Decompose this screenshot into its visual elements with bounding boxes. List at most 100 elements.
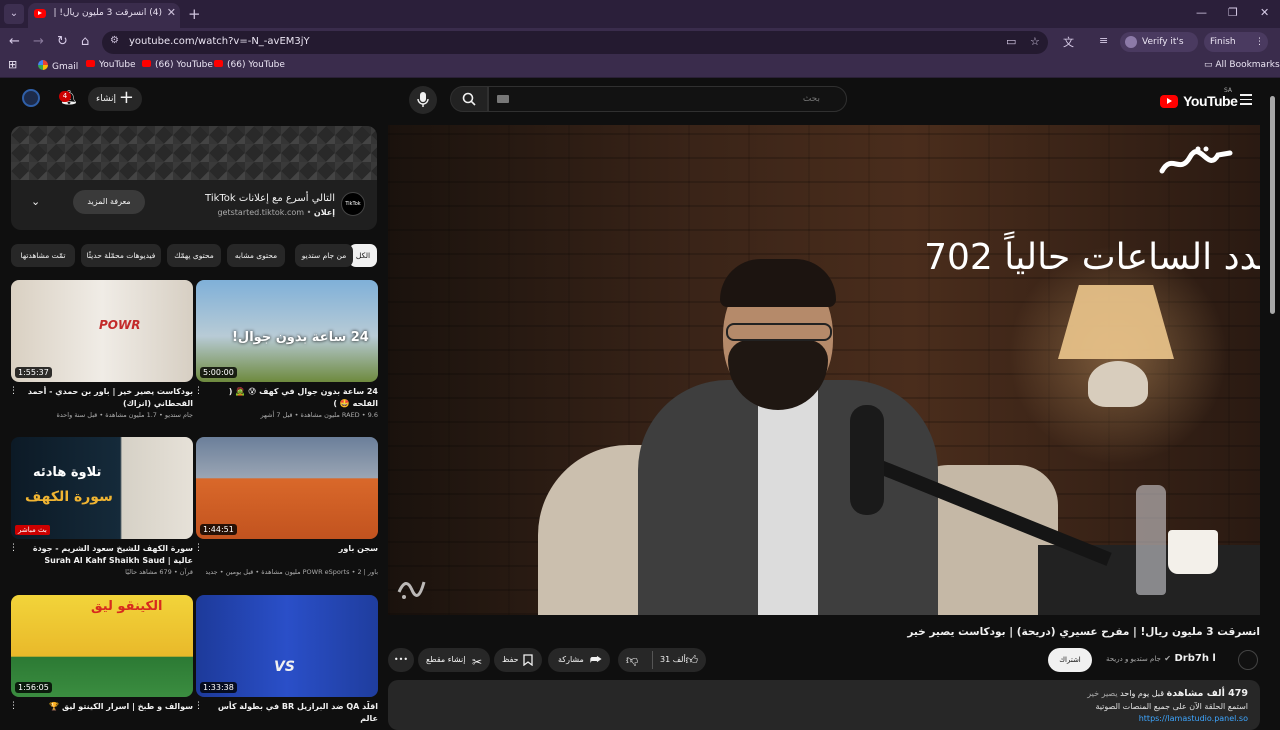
reading-list-icon[interactable]: ≡ — [1099, 34, 1108, 47]
clip-button[interactable]: إنشاء مقطع ✂ — [418, 648, 490, 672]
chevron-down-icon[interactable]: ⌄ — [31, 195, 40, 208]
site-info-icon[interactable]: ⚙ — [110, 35, 119, 46]
apps-grid-icon[interactable]: ⊞ — [8, 58, 17, 71]
video-title[interactable]: بودكاست يصير خير | باور بن حمدي - أحمد ا… — [21, 386, 193, 410]
description-box[interactable]: 479 ألف مشاهدة قبل يوم واحد يصير خير است… — [388, 680, 1260, 730]
video-title[interactable]: 24 ساعة بدون جوال في كهف 😰 🧟 ( الفلحه 🤩 … — [206, 386, 378, 410]
address-bar[interactable]: ⚙ youtube.com/watch?v=-N_-avEM3jY ▭ ☆ — [102, 31, 1048, 54]
youtube-header: 🔔︎ 4 إنشاء + YouTube SA — [0, 80, 1280, 120]
video-duration: 1:56:05 — [15, 682, 52, 693]
lamp-base — [1088, 361, 1148, 407]
more-options-icon[interactable]: ⋮ — [9, 386, 18, 396]
all-bookmarks[interactable]: ▭ All Bookmarks — [1204, 60, 1280, 70]
verify-profile-button[interactable]: Verify it's you — [1120, 32, 1198, 67]
bookmark-youtube-66-b[interactable]: (66) YouTube — [214, 60, 285, 70]
thumbnail-caption: 24 ساعة بدون جوال! — [232, 330, 369, 345]
tab-search-chevron-icon[interactable]: ⌄ — [4, 4, 24, 24]
video-title[interactable]: سورة الكهف للشيخ سعود الشريم - جودة عالي… — [21, 543, 193, 567]
video-duration: 1:55:37 — [15, 367, 52, 378]
search-button[interactable] — [450, 86, 488, 112]
video-thumbnail[interactable]: تلاوة هادئه سورة الكهف بث مباشر — [11, 437, 193, 539]
more-options-icon[interactable]: ⋮ — [9, 543, 18, 553]
cast-icon[interactable]: ▭ — [1006, 35, 1016, 48]
menu-hamburger-icon[interactable] — [1240, 94, 1252, 108]
create-button[interactable]: إنشاء + — [88, 87, 142, 111]
video-thumbnail[interactable]: الكينقو ليق 1:56:05 — [11, 595, 193, 697]
view-count: 479 ألف مشاهدة — [1166, 688, 1248, 699]
subscribe-button[interactable]: اشتراك — [1048, 648, 1092, 672]
podcast-brand-logo — [1159, 146, 1233, 174]
chip-related[interactable]: محتوى مشابه — [227, 244, 285, 267]
more-options-icon[interactable]: ⋮ — [194, 386, 203, 396]
tiktok-logo: TikTok — [341, 192, 365, 216]
more-actions-button[interactable]: ••• — [388, 648, 414, 672]
more-options-icon[interactable]: ⋮ — [194, 543, 203, 553]
host-shirt — [758, 390, 818, 615]
microphone-icon — [417, 92, 429, 107]
like-count[interactable]: 31 ألف — [660, 648, 686, 672]
video-title[interactable]: سوالف و طبخ | اسرار الكينتو ليق 🏆 — [21, 701, 193, 713]
chip-watched[interactable]: تمّت مشاهدتها — [11, 244, 75, 267]
browser-tab[interactable]: (4) انسرقت 3 مليون ريال! | مفرح ✕ — [28, 3, 180, 28]
share-button[interactable]: مشاركة ⮫ — [548, 648, 610, 672]
host-glasses — [726, 323, 832, 341]
back-icon[interactable]: ← — [9, 34, 20, 49]
video-title[interactable]: سجن باور — [206, 543, 378, 555]
more-options-icon[interactable]: ⋮ — [194, 701, 203, 711]
video-thumbnail[interactable]: POWR 1:55:37 — [11, 280, 193, 382]
new-tab-button[interactable]: + — [188, 5, 201, 23]
youtube-icon — [214, 60, 223, 67]
scrollbar-thumb[interactable] — [1270, 96, 1275, 314]
page-scrollbar[interactable] — [1269, 92, 1276, 720]
bookmark-star-icon[interactable]: ☆ — [1030, 35, 1040, 48]
description-text: استمع الحلقة الآن على جميع المنصات الصوت… — [1095, 702, 1248, 711]
mug — [1168, 530, 1218, 574]
thumbnail-caption: الكينقو ليق — [91, 599, 163, 614]
video-thumbnail[interactable]: 24 ساعة بدون جوال! 5:00:00 — [196, 280, 378, 382]
youtube-favicon-icon — [34, 9, 46, 18]
video-thumbnail[interactable]: VS 1:33:38 — [196, 595, 378, 697]
translate-icon[interactable]: 文 — [1063, 34, 1074, 50]
save-button[interactable]: حفظ — [494, 648, 542, 672]
host-hair — [720, 259, 836, 307]
restore-icon[interactable]: ❐ — [1228, 6, 1238, 19]
upload-time: قبل يوم واحد — [1120, 689, 1165, 698]
video-meta: RAED • 9.6 مليون مشاهدة • قبل 7 أشهر — [260, 411, 378, 419]
window-close-icon[interactable]: ✕ — [1260, 6, 1269, 19]
video-title[interactable]: اقلّد QA ضد البرازيل BR في بطولة كأس عال… — [206, 701, 378, 725]
bookmark-youtube-66[interactable]: (66) YouTube — [142, 60, 213, 70]
finish-update-button[interactable]: Finish update ⋮ — [1204, 32, 1268, 67]
chip-from-channel[interactable]: من جام ستديو — [295, 244, 353, 267]
address-url[interactable]: youtube.com/watch?v=-N_-avEM3jY — [129, 36, 310, 47]
dislike-icon[interactable]: 👎︎ — [626, 648, 638, 672]
forward-icon[interactable]: → — [33, 34, 44, 49]
tab-close-icon[interactable]: ✕ — [167, 6, 176, 19]
chip-for-you[interactable]: محتوى يهمّك — [167, 244, 221, 267]
home-icon[interactable]: ⌂ — [81, 34, 89, 49]
sponsored-ad-card[interactable]: TikTok التالي أسرع مع إعلانات TikTok إعل… — [11, 126, 377, 230]
youtube-logo[interactable]: YouTube SA — [1160, 87, 1238, 110]
reload-icon[interactable]: ↻ — [57, 34, 68, 49]
video-duration: 5:00:00 — [200, 367, 237, 378]
youtube-play-icon — [1160, 95, 1178, 108]
account-avatar[interactable] — [22, 89, 40, 107]
video-thumbnail[interactable]: 1:44:51 — [196, 437, 378, 539]
description-tags: يصير خير — [1087, 689, 1118, 698]
chip-all[interactable]: الكل — [349, 244, 377, 267]
search-box[interactable] — [488, 86, 847, 112]
more-vert-icon[interactable]: ⋮ — [1255, 32, 1264, 52]
channel-avatar[interactable] — [1238, 650, 1258, 670]
like-icon[interactable]: 👍︎ — [685, 648, 698, 672]
bookmark-gmail[interactable]: Gmail — [38, 60, 78, 72]
channel-name[interactable]: جام ستديو و دريحة ✔ Drb7h l — [1106, 653, 1216, 664]
bookmark-youtube[interactable]: YouTube — [86, 60, 136, 70]
chip-recently-uploaded[interactable]: فيديوهات محمّلة حديثًا — [81, 244, 161, 267]
learn-more-button[interactable]: معرفة المزيد — [73, 190, 145, 214]
more-options-icon[interactable]: ⋮ — [9, 701, 18, 711]
search-input[interactable] — [489, 87, 846, 111]
video-player[interactable]: عدد الساعات حالياً 702 — [388, 125, 1260, 615]
minimize-icon[interactable]: — — [1196, 6, 1207, 19]
voice-search-button[interactable] — [409, 86, 437, 114]
description-link[interactable]: https://lamastudio.panel.so — [1139, 714, 1248, 723]
ad-domain: getstarted.tiktok.com — [217, 208, 305, 217]
